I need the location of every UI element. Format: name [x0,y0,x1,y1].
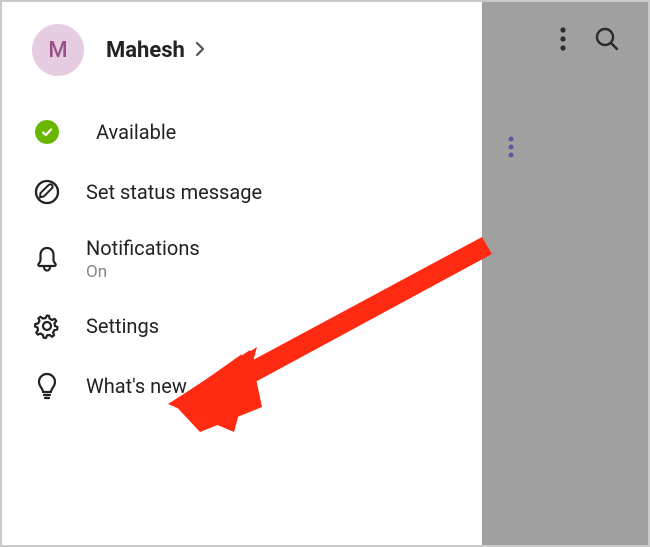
menu-item-settings[interactable]: Settings [2,296,482,356]
drawer-menu: Available Set status message [2,88,482,416]
chevron-right-icon [195,38,205,63]
more-icon[interactable] [560,27,566,51]
settings-label: Settings [86,314,159,338]
menu-item-notifications[interactable]: Notifications On [2,222,482,296]
presence-available-icon [32,120,62,144]
more-icon[interactable] [508,136,514,162]
set-status-label: Set status message [86,180,262,204]
whats-new-label: What's new [86,374,187,398]
menu-item-whats-new[interactable]: What's new [2,356,482,416]
profile-name: Mahesh [106,38,185,63]
notifications-value: On [86,262,200,282]
presence-label: Available [96,120,176,144]
dimmed-backdrop [482,2,648,545]
gear-icon [32,312,62,340]
backdrop-toolbar [482,2,648,76]
search-icon[interactable] [594,26,620,52]
lightbulb-icon [32,371,62,401]
navigation-drawer: M Mahesh A [2,2,482,545]
viewport: M Mahesh A [0,0,650,547]
avatar-initial: M [48,38,67,63]
avatar: M [32,24,84,76]
notifications-label: Notifications [86,236,200,260]
bell-icon [32,245,62,273]
menu-item-presence[interactable]: Available [2,102,482,162]
profile-row[interactable]: M Mahesh [2,2,482,88]
menu-item-set-status[interactable]: Set status message [2,162,482,222]
edit-status-icon [32,178,62,206]
